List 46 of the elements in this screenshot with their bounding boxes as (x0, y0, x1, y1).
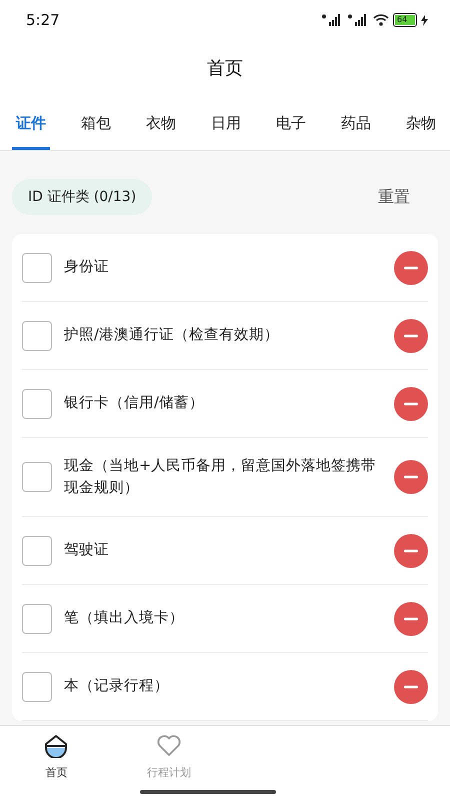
category-tab[interactable]: 日用 (207, 96, 245, 150)
remove-button[interactable] (394, 602, 428, 636)
category-tab[interactable]: 电子 (272, 96, 310, 150)
battery-level: 64 (395, 15, 415, 25)
page-title: 首页 (207, 57, 243, 80)
item-label: 护照/港澳通行证（检查有效期） (64, 326, 280, 346)
item-label: 银行卡（信用/储蓄） (64, 394, 205, 414)
checkbox[interactable] (22, 462, 52, 492)
item-label: 驾驶证 (64, 541, 110, 560)
checkbox[interactable] (22, 672, 52, 702)
minus-icon (404, 334, 418, 338)
checkbox[interactable] (22, 252, 52, 282)
category-tab[interactable]: 证件 (12, 96, 50, 150)
minus-icon (404, 616, 418, 620)
home-icon (43, 734, 70, 761)
minus-icon (404, 402, 418, 406)
minus-icon (404, 684, 418, 688)
signal-icon (347, 14, 369, 26)
item-label: 现金（当地+人民币备用，留意国外落地签携带现金规则） (64, 456, 378, 498)
minus-icon (404, 266, 418, 270)
minus-icon (404, 548, 418, 552)
status-time: 5:27 (26, 11, 60, 29)
checkbox[interactable] (22, 536, 52, 566)
category-tab[interactable]: 药品 (337, 96, 375, 150)
remove-button[interactable] (394, 460, 428, 494)
wifi-icon (373, 14, 389, 26)
charging-icon (421, 14, 428, 26)
category-tab[interactable]: 箱包 (77, 96, 115, 150)
remove-button[interactable] (394, 534, 428, 568)
item-label: 笔（填出入境卡） (64, 608, 185, 628)
remove-button[interactable] (394, 318, 428, 352)
checkbox[interactable] (22, 604, 52, 634)
nav-tab[interactable]: 首页 (0, 726, 112, 788)
remove-button[interactable] (394, 250, 428, 284)
checkbox[interactable] (22, 320, 52, 350)
remove-button[interactable] (394, 670, 428, 704)
item-label: 本（记录行程） (64, 677, 170, 696)
signal-icon (321, 14, 343, 26)
category-tab[interactable]: 杂物 (402, 96, 440, 150)
checkbox[interactable] (22, 388, 52, 418)
minus-icon (404, 475, 418, 479)
category-chip: ID 证件类 (0/13) (12, 179, 152, 215)
reset-button[interactable]: 重置 (372, 186, 416, 208)
item-label: 身份证 (64, 258, 110, 278)
category-tab[interactable]: 衣物 (142, 96, 180, 150)
remove-button[interactable] (394, 386, 428, 420)
